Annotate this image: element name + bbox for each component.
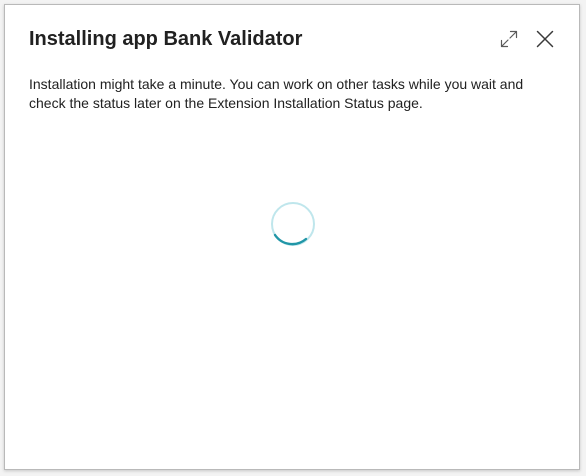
installation-message: Installation might take a minute. You ca… bbox=[29, 76, 524, 111]
expand-button[interactable] bbox=[495, 25, 523, 53]
close-button[interactable] bbox=[531, 25, 559, 53]
expand-icon bbox=[500, 30, 518, 48]
dialog-header: Installing app Bank Validator bbox=[29, 25, 559, 53]
close-icon bbox=[536, 30, 554, 48]
loading-spinner-icon bbox=[270, 201, 316, 247]
install-dialog: Installing app Bank Validator Installati… bbox=[4, 4, 580, 470]
dialog-title: Installing app Bank Validator bbox=[29, 27, 303, 50]
